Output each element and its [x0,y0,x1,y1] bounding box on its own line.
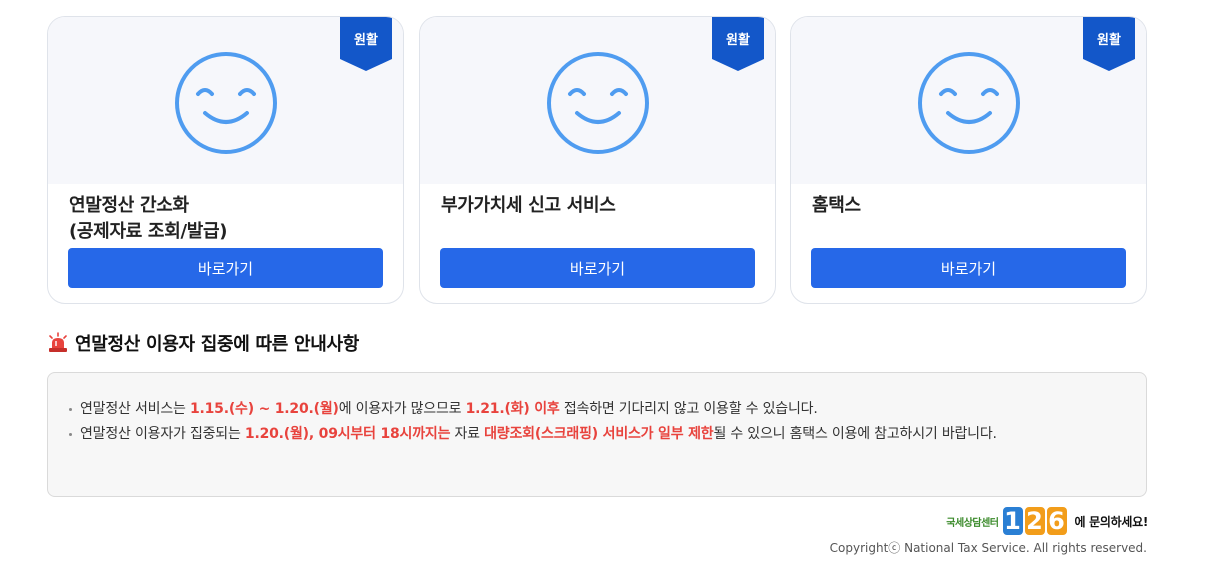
service-card-year-end-settlement: 원활 연말정산 간소화 (공제자료 조회/발급) 바로가기 [47,16,404,304]
notice-heading: 연말정산 이용자 집중에 따른 안내사항 [47,330,359,356]
smiley-icon [918,52,1020,154]
notice-text: 자료 [450,426,485,442]
card-title: 홈택스 [812,195,861,216]
contact-number: 1 2 6 [1002,507,1069,535]
status-ribbon: 원활 [1083,17,1135,71]
notice-item: 연말정산 서비스는 1.15.(수) ~ 1.20.(월)에 이용자가 많으므로… [67,397,1077,422]
notice-text: 될 수 있으니 홈택스 이용에 참고하시기 바랍니다. [713,426,997,442]
notice-highlight: 1.15.(수) ~ 1.20.(월) [189,401,339,417]
status-ribbon: 원활 [712,17,764,71]
smiley-icon [175,52,277,154]
notice-text: 연말정산 서비스는 [80,401,190,417]
card-title: 연말정산 간소화 (공제자료 조회/발급) [69,195,228,242]
notice-highlight: 대량조회(스크래핑) 서비스가 일부 제한 [484,426,714,442]
notice-title: 연말정산 이용자 집중에 따른 안내사항 [75,334,360,355]
contact-cta: 에 문의하세요! [1074,514,1149,529]
service-card-hometax: 원활 홈택스 바로가기 [790,16,1147,304]
go-button-year-end-settlement[interactable]: 바로가기 [68,248,383,288]
card-title: 부가가치세 신고 서비스 [441,195,616,216]
status-badge: 원활 [354,33,378,48]
notice-highlight: 1.21.(화) 이후 [465,401,560,417]
status-badge: 원활 [1097,33,1121,48]
contact-center-banner: 국세상담센터 1 2 6 에 문의하세요! [946,506,1148,536]
contact-digit: 2 [1024,507,1045,535]
notice-text: 접속하면 기다리지 않고 이용할 수 있습니다. [559,401,818,417]
notice-highlight: 1.20.(월), 09시부터 18시까지는 [244,426,451,442]
service-card-vat-filing: 원활 부가가치세 신고 서비스 바로가기 [419,16,776,304]
service-cards: 원활 연말정산 간소화 (공제자료 조회/발급) 바로가기 원활 부가가치세 신… [47,16,1147,304]
siren-icon [49,332,67,352]
card-image-area: 원활 [48,17,403,184]
card-image-area: 원활 [791,17,1146,184]
notice-text: 에 이용자가 많으므로 [338,401,466,417]
notice-item: 연말정산 이용자가 집중되는 1.20.(월), 09시부터 18시까지는 자료… [67,422,1077,447]
go-button-vat-filing[interactable]: 바로가기 [440,248,755,288]
contact-digit: 1 [1002,507,1023,535]
notice-text: 연말정산 이용자가 집중되는 [80,426,245,442]
card-image-area: 원활 [420,17,775,184]
contact-digit: 6 [1046,507,1067,535]
notice-box: 연말정산 서비스는 1.15.(수) ~ 1.20.(월)에 이용자가 많으므로… [47,372,1147,497]
smiley-icon [547,52,649,154]
status-ribbon: 원활 [340,17,392,71]
copyright: Copyrightⓒ National Tax Service. All rig… [829,541,1147,555]
status-badge: 원활 [726,33,750,48]
contact-center-label: 국세상담센터 [946,517,999,529]
go-button-hometax[interactable]: 바로가기 [811,248,1126,288]
